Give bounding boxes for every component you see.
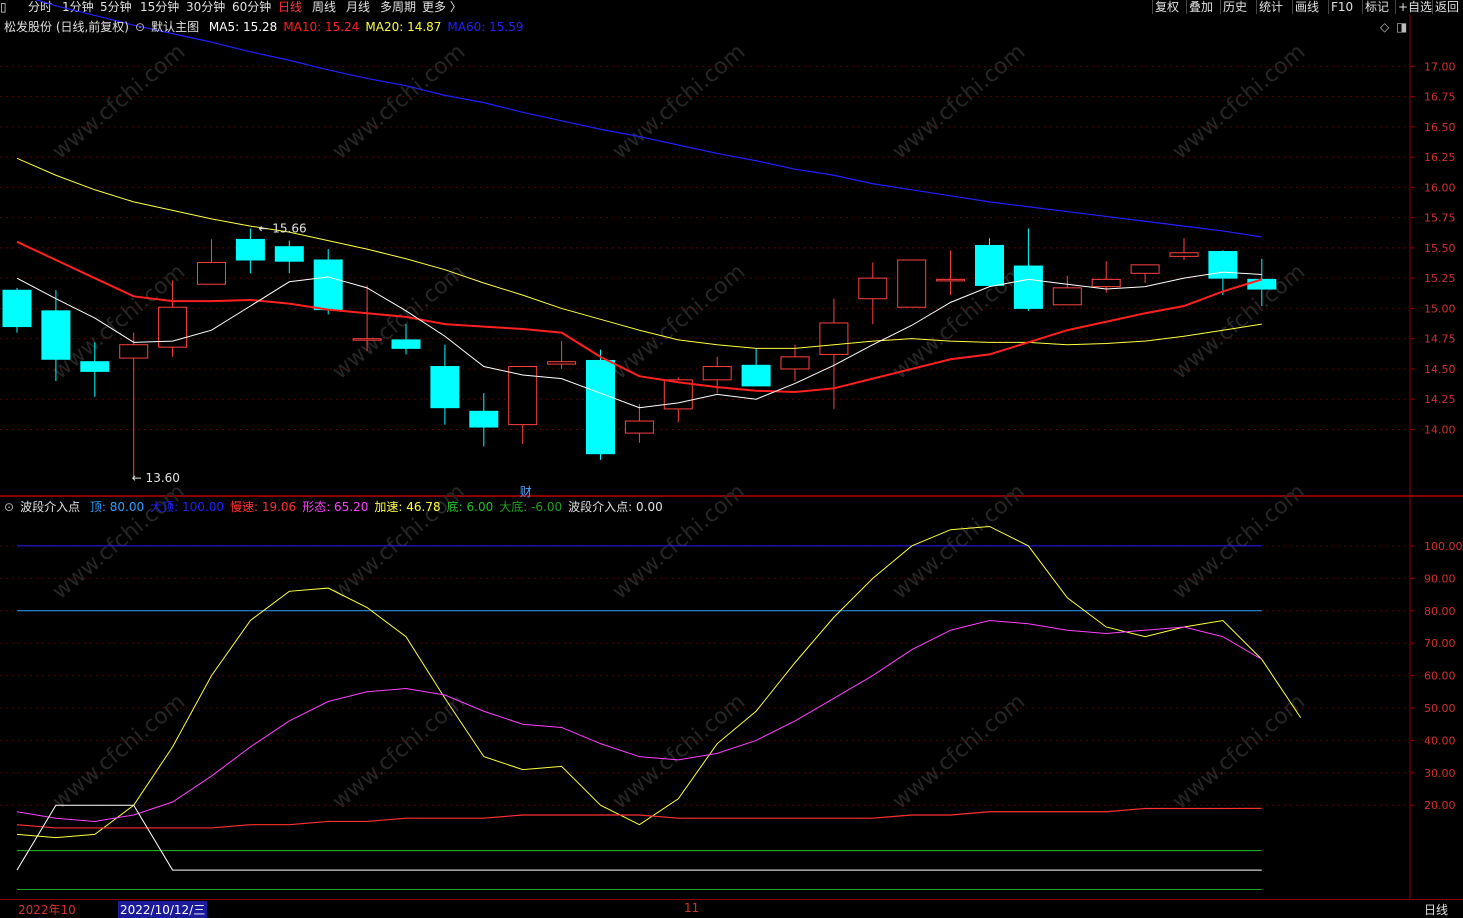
watermark-0: www.cfchi.com: [48, 39, 190, 164]
candle-body-6: [235, 238, 265, 261]
watermark-11: www.cfchi.com: [328, 479, 470, 604]
indicator-param-3: 形态: 65.20: [302, 500, 369, 514]
candle-body-32: [1247, 278, 1277, 290]
price-tick-label-8: 15.00: [1424, 302, 1456, 315]
stock-label[interactable]: 松发股份 (日线,前复权): [4, 20, 129, 34]
indicator-param-1: 大顶: 100.00: [150, 500, 224, 514]
period-label[interactable]: 日线: [1424, 901, 1448, 918]
candle-body-20: [780, 356, 810, 370]
indicator-toggle-icon[interactable]: ⊙: [4, 500, 14, 514]
date-cursor-label: 2022/10/12/三: [118, 901, 208, 918]
diamond-icon: ◇: [1380, 20, 1390, 34]
ind-tick-label-1: 90.00: [1424, 572, 1456, 585]
ind-tick-label-5: 50.00: [1424, 702, 1456, 715]
price-tick-label-10: 14.50: [1424, 363, 1456, 376]
ind-tick-label-2: 80.00: [1424, 605, 1456, 618]
candle-body-25: [975, 244, 1004, 286]
watermark-10: www.cfchi.com: [48, 479, 190, 604]
candle-body-15: [586, 359, 615, 455]
candle-body-30: [1169, 252, 1199, 257]
candle-body-9: [352, 338, 382, 341]
ind-tick-label-7: 30.00: [1424, 767, 1456, 780]
price-tick-label-1: 16.75: [1424, 91, 1456, 104]
candle-body-14: [547, 361, 577, 365]
panel-toggle-icon: ◨: [1396, 20, 1407, 34]
price-tick-label-6: 15.50: [1424, 242, 1456, 255]
candle-body-2: [80, 361, 110, 372]
candle-body-26: [1013, 265, 1043, 309]
candle-body-3: [119, 344, 149, 359]
candle-body-24: [936, 278, 966, 282]
price-tick-label-5: 15.75: [1424, 212, 1456, 225]
watermark-14: www.cfchi.com: [1168, 479, 1310, 604]
candle-body-21: [819, 322, 849, 355]
price-tick-label-0: 17.00: [1424, 60, 1456, 73]
candle-body-29: [1130, 264, 1160, 274]
template-toggle-icon[interactable]: ⊙: [135, 20, 145, 34]
indicator-legend: ⊙ 波段介入点 顶: 80.00 大顶: 100.00 慢速: 19.06 形态: 65…: [0, 500, 669, 514]
indicator-param-7: 波段介入点: 0.00: [568, 500, 663, 514]
candle-body-27: [1052, 287, 1082, 306]
ind-tick-label-6: 40.00: [1424, 734, 1456, 747]
ind-tick-label-3: 70.00: [1424, 637, 1456, 650]
high-annotation: ← 15.66: [258, 222, 306, 236]
candle-body-19: [741, 364, 771, 387]
ma-legend-3: MA60: 15.59: [447, 20, 524, 34]
ind-tick-label-0: 100.00: [1424, 540, 1463, 553]
chart-canvas: www.cfchi.com www.cfchi.com www.cfchi.com w…: [0, 0, 1463, 899]
candle-body-31: [1208, 251, 1238, 279]
ma-legend-0: MA5: 15.28: [208, 20, 278, 34]
candle-body-7: [274, 246, 304, 262]
ma20-line: [16, 157, 1262, 349]
watermark-3: www.cfchi.com: [888, 39, 1030, 164]
low-annotation: ← 13.60: [132, 471, 180, 485]
price-tick-label-9: 14.75: [1424, 333, 1456, 346]
candle-body-12: [469, 410, 499, 428]
indicator-param-4: 加速: 46.78: [374, 500, 441, 514]
ind-tick-label-8: 20.00: [1424, 799, 1456, 812]
template-label[interactable]: 默认主图: [151, 20, 199, 34]
candle-body-1: [41, 310, 71, 360]
indicator-param-0: 顶: 80.00: [89, 500, 145, 514]
main-panel-legend: 松发股份 (日线,前复权) ⊙ 默认主图 MA5: 15.28 MA10: 15.24…: [0, 20, 529, 34]
watermark-4: www.cfchi.com: [1168, 39, 1310, 164]
candle-body-22: [858, 277, 888, 300]
ma-legend-1: MA10: 15.24: [283, 20, 360, 34]
price-tick-label-7: 15.25: [1424, 272, 1456, 285]
price-tick-label-12: 14.00: [1424, 423, 1456, 436]
indicator-param-5: 底: 6.00: [446, 500, 494, 514]
watermark-1: www.cfchi.com: [328, 39, 470, 164]
candle-body-28: [1091, 278, 1121, 288]
date-start-label: 2022年10: [18, 903, 76, 917]
indicator-param-2: 慢速: 19.06: [229, 500, 297, 514]
event-marker: 财: [520, 485, 532, 499]
indicator-name[interactable]: 波段介入点: [20, 500, 80, 514]
watermark-2: www.cfchi.com: [608, 39, 750, 164]
month-mark-label: 11: [684, 901, 700, 915]
indicator-param-6: 大底: -6.00: [499, 500, 563, 514]
price-tick-label-4: 16.00: [1424, 181, 1456, 194]
ind-tick-label-4: 60.00: [1424, 670, 1456, 683]
ma-legend-2: MA20: 14.87: [365, 20, 442, 34]
price-tick-label-2: 16.50: [1424, 121, 1456, 134]
candle-body-0: [2, 289, 32, 328]
candle-body-23: [897, 259, 927, 308]
candle-body-11: [430, 366, 460, 409]
candle-body-5: [197, 261, 226, 285]
candle-body-18: [702, 366, 732, 381]
price-tick-label-3: 16.25: [1424, 151, 1456, 164]
candle-body-8: [313, 259, 343, 311]
candle-body-10: [391, 339, 421, 349]
watermark-12: www.cfchi.com: [608, 479, 750, 604]
price-tick-label-11: 14.25: [1424, 393, 1456, 406]
candle-body-16: [624, 420, 654, 434]
watermark-13: www.cfchi.com: [888, 479, 1030, 604]
date-axis-bar: 2022年10 2022/10/12/三 11 日线: [0, 899, 1463, 918]
